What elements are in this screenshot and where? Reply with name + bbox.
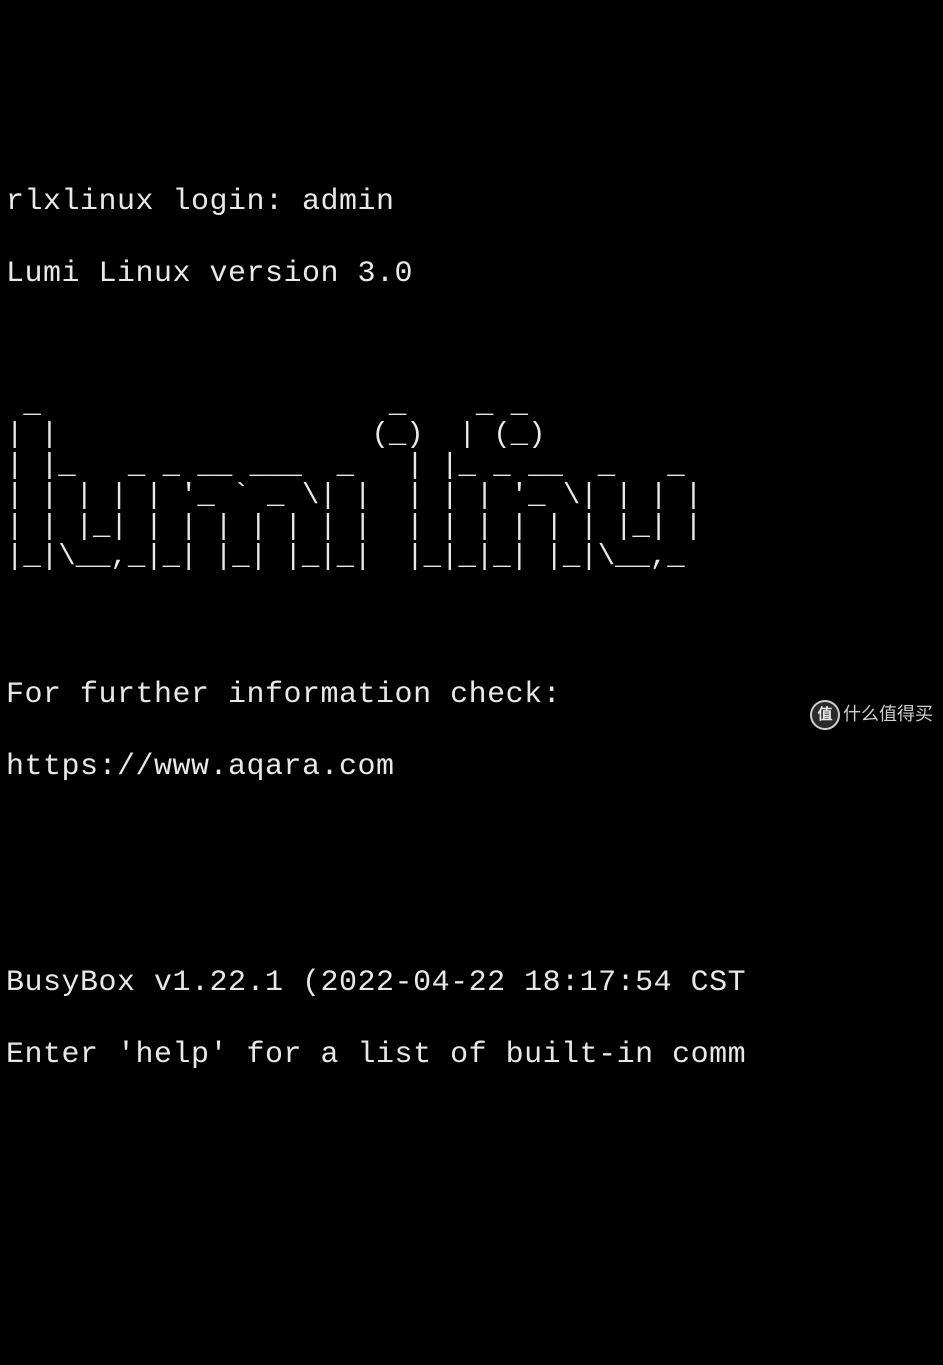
url-line: https://www.aqara.com	[6, 749, 937, 785]
os-version-line: Lumi Linux version 3.0	[6, 256, 937, 292]
ascii-banner: _ _ _ _ | | (_) | (_) | |_ _ _ __ ___ _ …	[6, 390, 937, 573]
watermark-badge-icon: 值	[810, 700, 840, 730]
terminal-output[interactable]: rlxlinux login: admin Lumi Linux version…	[0, 144, 943, 1113]
login-prompt-line: rlxlinux login: admin	[6, 184, 937, 220]
help-hint-line: Enter 'help' for a list of built-in comm	[6, 1037, 937, 1073]
watermark-text: 什么值得买	[843, 704, 933, 726]
info-check-line: For further information check:	[6, 677, 937, 713]
watermark: 值 什么值得买	[810, 700, 933, 730]
busybox-version-line: BusyBox v1.22.1 (2022-04-22 18:17:54 CST	[6, 965, 937, 1001]
